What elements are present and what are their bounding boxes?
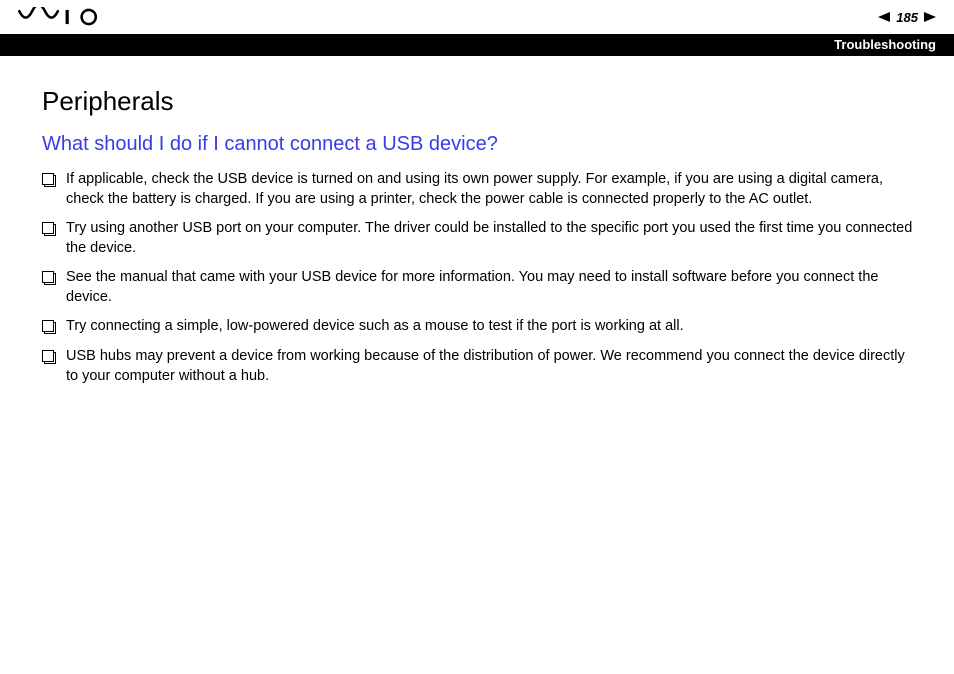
page-number: 185: [896, 10, 918, 25]
content-area: Peripherals What should I do if I cannot…: [0, 56, 954, 386]
bullet-icon: [42, 222, 54, 234]
section-title: Peripherals: [42, 86, 918, 117]
bullet-icon: [42, 350, 54, 362]
prev-page-arrow-icon[interactable]: [878, 12, 890, 22]
next-page-arrow-icon[interactable]: [924, 12, 936, 22]
bullet-icon: [42, 271, 54, 283]
bullet-text: If applicable, check the USB device is t…: [66, 170, 918, 209]
list-item: Try connecting a simple, low-powered dev…: [42, 317, 918, 337]
bullet-icon: [42, 173, 54, 185]
list-item: If applicable, check the USB device is t…: [42, 170, 918, 209]
header-bar: 185: [0, 0, 954, 34]
vaio-logo-icon: [18, 7, 108, 27]
bullet-text: See the manual that came with your USB d…: [66, 268, 918, 307]
bullet-text: Try connecting a simple, low-powered dev…: [66, 317, 918, 337]
faq-question: What should I do if I cannot connect a U…: [42, 133, 918, 156]
section-band: Troubleshooting: [0, 34, 954, 56]
list-item: USB hubs may prevent a device from worki…: [42, 347, 918, 386]
bullet-list: If applicable, check the USB device is t…: [42, 170, 918, 386]
bullet-text: USB hubs may prevent a device from worki…: [66, 347, 918, 386]
vaio-logo: [18, 7, 108, 27]
page-nav: 185: [878, 10, 936, 25]
list-item: Try using another USB port on your compu…: [42, 219, 918, 258]
bullet-icon: [42, 320, 54, 332]
bullet-text: Try using another USB port on your compu…: [66, 219, 918, 258]
list-item: See the manual that came with your USB d…: [42, 268, 918, 307]
section-label: Troubleshooting: [834, 37, 936, 52]
